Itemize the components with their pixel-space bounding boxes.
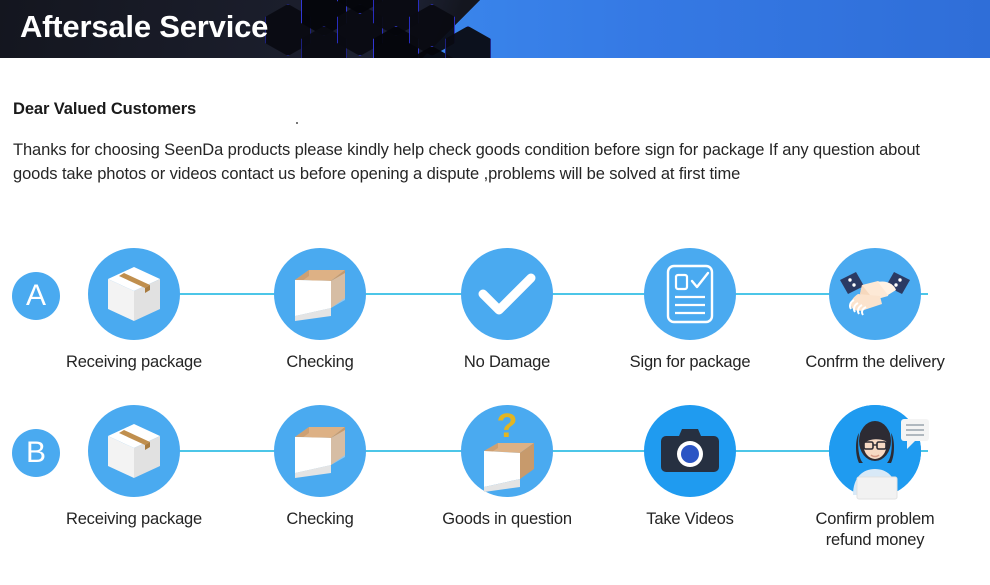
clipboard-check-icon bbox=[644, 248, 736, 340]
closed-box-icon bbox=[88, 405, 180, 497]
step-label: No Damage bbox=[463, 353, 551, 371]
step-label: Receiving package bbox=[65, 510, 203, 528]
step-confirm-refund-b[interactable]: Confirm problem refund money bbox=[785, 405, 965, 551]
open-box-icon bbox=[274, 248, 366, 340]
stray-dot-mark bbox=[296, 122, 298, 124]
step-label-line2: refund money bbox=[825, 531, 925, 549]
intro-block: Dear Valued Customers Thanks for choosin… bbox=[13, 100, 978, 186]
page-header: Aftersale Service bbox=[0, 0, 990, 58]
intro-heading: Dear Valued Customers bbox=[13, 100, 197, 118]
intro-body-text: Thanks for choosing SeenDa products plea… bbox=[13, 141, 920, 183]
svg-text:?: ? bbox=[497, 407, 518, 445]
closed-box-icon bbox=[88, 248, 180, 340]
step-sign-for-package-a[interactable]: Sign for package bbox=[600, 248, 780, 372]
question-box-icon: ? bbox=[461, 405, 553, 497]
support-agent-icon bbox=[829, 405, 929, 500]
step-receiving-package-b[interactable]: Receiving package bbox=[44, 405, 224, 529]
step-label: Checking bbox=[286, 353, 354, 371]
step-confirm-delivery-a[interactable]: Confrm the delivery bbox=[785, 248, 965, 372]
step-take-videos-b[interactable]: Take Videos bbox=[600, 405, 780, 529]
check-circle-icon bbox=[461, 248, 553, 340]
step-checking-b[interactable]: Checking bbox=[230, 405, 410, 529]
open-box-icon bbox=[274, 405, 366, 497]
step-label: Sign for package bbox=[629, 353, 751, 371]
step-label: Receiving package bbox=[65, 353, 203, 371]
page-title: Aftersale Service bbox=[20, 9, 269, 44]
aftersale-service-page: Aftersale Service Dear Valued Customers … bbox=[0, 0, 990, 585]
flow-row-a: A Receiving package Checking No Damage S… bbox=[0, 248, 990, 388]
step-checking-a[interactable]: Checking bbox=[230, 248, 410, 372]
step-goods-in-question-b[interactable]: ? Goods in question bbox=[417, 405, 597, 529]
step-label: Checking bbox=[286, 510, 354, 528]
step-label: Take Videos bbox=[646, 510, 734, 528]
step-no-damage-a[interactable]: No Damage bbox=[417, 248, 597, 372]
step-label: Confrm the delivery bbox=[805, 353, 945, 371]
flow-row-b: B Receiving package Checking ? Goods in … bbox=[0, 405, 990, 549]
step-label: Goods in question bbox=[442, 510, 572, 528]
camera-icon bbox=[644, 405, 736, 497]
handshake-icon bbox=[829, 248, 921, 340]
hexagon-pattern-decoration bbox=[255, 0, 491, 58]
step-label: Confirm problem bbox=[815, 510, 935, 528]
step-receiving-package-a[interactable]: Receiving package bbox=[44, 248, 224, 372]
